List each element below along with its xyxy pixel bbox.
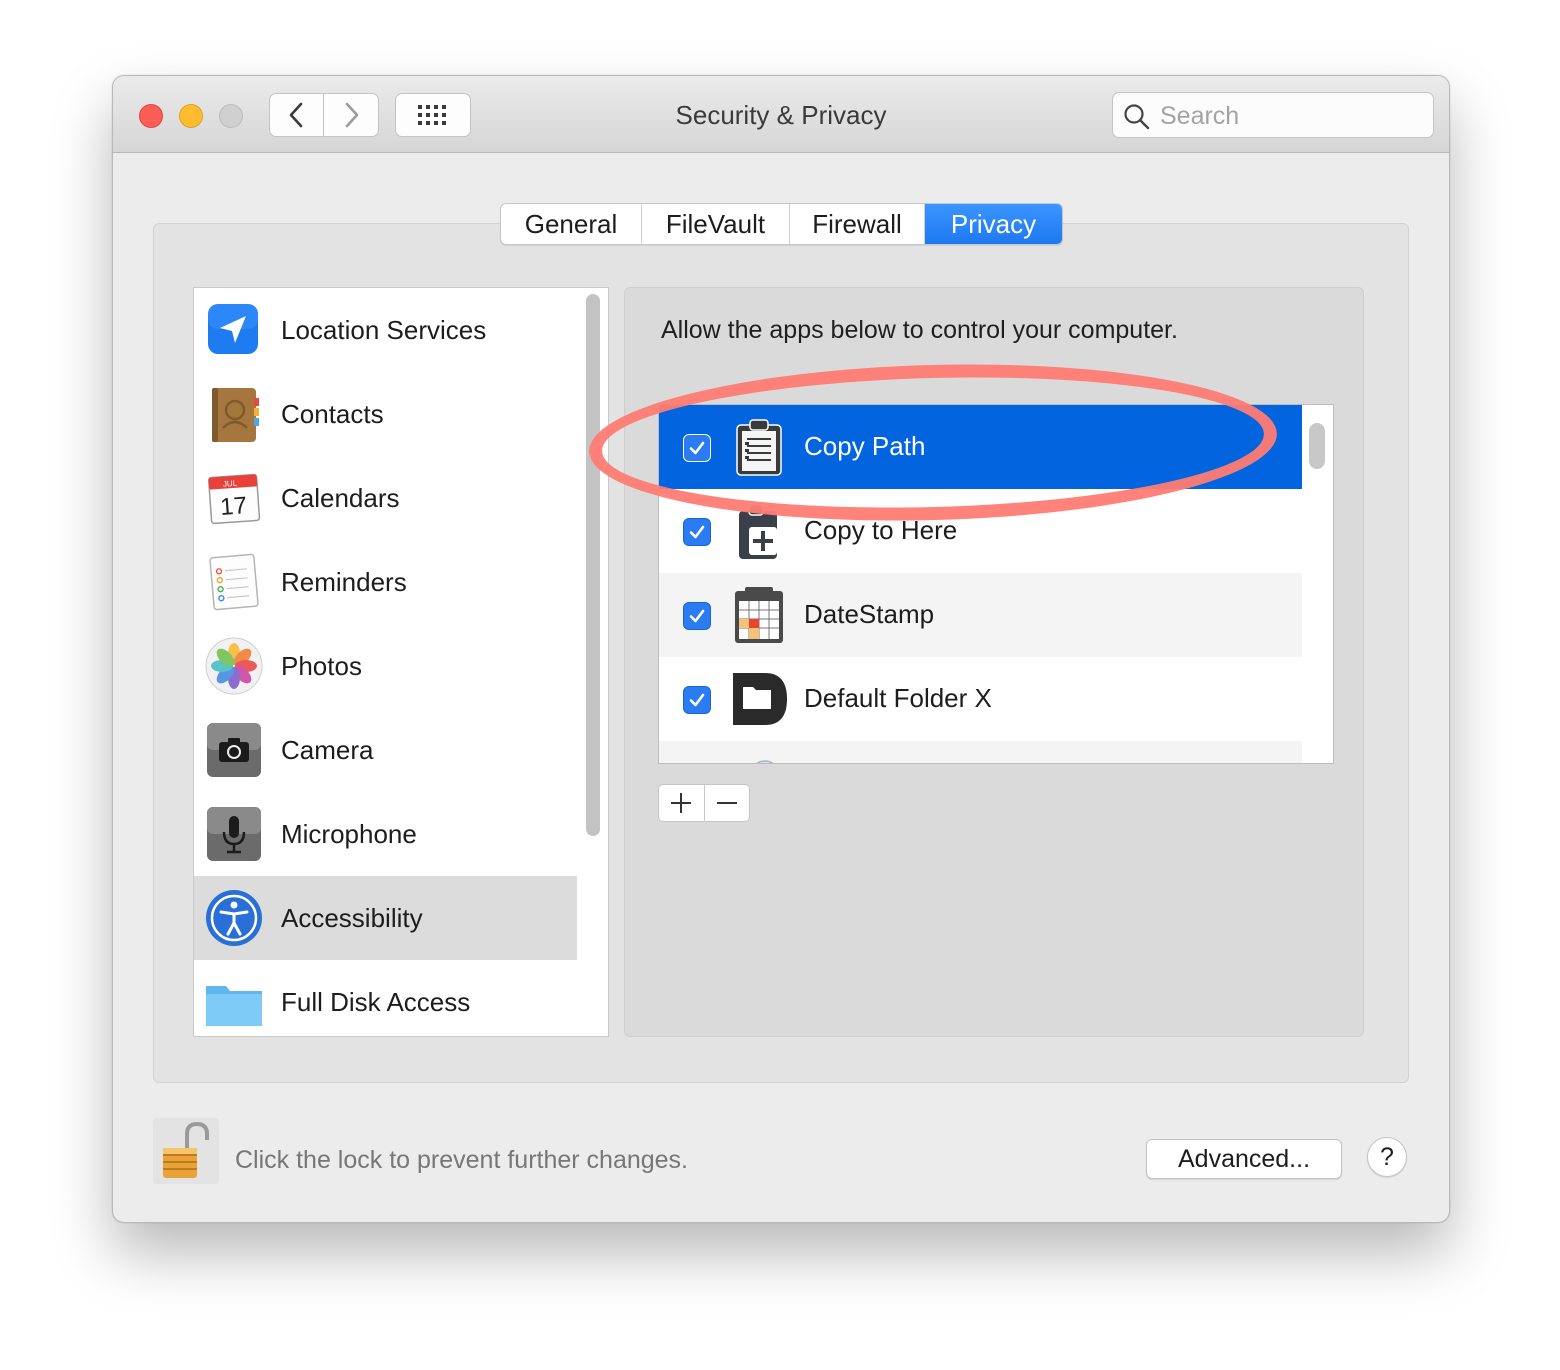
location-arrow-icon bbox=[208, 304, 258, 354]
preferences-window: Security & Privacy General FileVault Fir… bbox=[112, 75, 1450, 1223]
tab-bar: General FileVault Firewall Privacy bbox=[500, 203, 1063, 245]
plus-icon bbox=[671, 793, 692, 813]
sidebar-item-location-services[interactable]: Location Services bbox=[194, 288, 577, 372]
calendar-month-text: JUL bbox=[223, 479, 238, 489]
sidebar-item-label: Calendars bbox=[281, 482, 400, 513]
microphone-icon bbox=[207, 807, 261, 861]
sidebar-item-label: Camera bbox=[281, 734, 374, 765]
search-icon bbox=[1124, 104, 1150, 130]
calendar-day-text: 17 bbox=[219, 492, 248, 521]
app-checkbox[interactable] bbox=[683, 518, 711, 546]
sidebar-item-full-disk-access[interactable]: Full Disk Access bbox=[194, 960, 577, 1036]
app-list-scrollbar[interactable] bbox=[1309, 423, 1325, 469]
remove-app-button[interactable] bbox=[705, 785, 750, 821]
sidebar-scrollbar[interactable] bbox=[586, 294, 600, 836]
sidebar-item-photos[interactable]: Photos bbox=[194, 624, 577, 708]
sidebar-item-label: Accessibility bbox=[281, 902, 423, 933]
app-label: Default Folder X bbox=[804, 683, 992, 713]
title-bar: Security & Privacy bbox=[113, 76, 1449, 153]
help-button[interactable]: ? bbox=[1367, 1137, 1407, 1177]
unlocked-padlock-icon[interactable] bbox=[153, 1118, 219, 1184]
app-row-default-folder-x[interactable]: Default Folder X bbox=[659, 657, 1302, 741]
folder-icon bbox=[206, 986, 262, 1026]
app-icon bbox=[756, 760, 774, 763]
add-app-button[interactable] bbox=[659, 785, 705, 821]
checkmark-icon bbox=[689, 525, 705, 539]
app-checkbox[interactable] bbox=[683, 686, 711, 714]
photos-flower-icon bbox=[205, 637, 263, 695]
sidebar-item-label: Full Disk Access bbox=[281, 986, 471, 1017]
add-remove-control bbox=[658, 784, 750, 822]
sidebar-item-accessibility[interactable]: Accessibility bbox=[194, 876, 577, 960]
sidebar-item-label: Reminders bbox=[281, 566, 407, 597]
dark-folder-icon bbox=[733, 673, 787, 725]
checkmark-icon bbox=[689, 609, 705, 623]
tab-privacy[interactable]: Privacy bbox=[925, 204, 1062, 244]
tab-filevault[interactable]: FileVault bbox=[642, 204, 790, 244]
reminders-list-icon bbox=[209, 553, 259, 611]
sidebar-item-label: Photos bbox=[281, 650, 362, 681]
contacts-book-icon bbox=[212, 388, 259, 442]
app-label: DateStamp bbox=[804, 599, 935, 629]
sidebar-item-camera[interactable]: Camera bbox=[194, 708, 577, 792]
app-row-partial[interactable] bbox=[659, 741, 1302, 763]
allow-description: Allow the apps below to control your com… bbox=[661, 316, 1178, 344]
sidebar-item-label: Location Services bbox=[281, 314, 487, 345]
tab-general[interactable]: General bbox=[501, 204, 642, 244]
app-row-datestamp[interactable]: DateStamp bbox=[659, 573, 1302, 657]
minus-icon bbox=[716, 802, 737, 804]
lock-status-text: Click the lock to prevent further change… bbox=[235, 1146, 689, 1174]
calendar-icon: JUL 17 bbox=[207, 473, 261, 525]
search-field[interactable] bbox=[1112, 92, 1434, 139]
sidebar-item-reminders[interactable]: Reminders bbox=[194, 540, 577, 624]
sidebar-item-contacts[interactable]: Contacts bbox=[194, 372, 577, 456]
accessibility-figure-icon bbox=[206, 890, 262, 946]
advanced-button[interactable]: Advanced... bbox=[1146, 1139, 1342, 1179]
sidebar-item-label: Contacts bbox=[281, 398, 384, 429]
sidebar-item-calendars[interactable]: JUL 17 Calendars bbox=[194, 456, 577, 540]
app-checkbox[interactable] bbox=[683, 602, 711, 630]
privacy-category-list: Location Services Contacts JUL 17 Calend… bbox=[193, 287, 609, 1037]
sidebar-item-microphone[interactable]: Microphone bbox=[194, 792, 577, 876]
sidebar-item-label: Microphone bbox=[281, 818, 417, 849]
calendar-grid-icon bbox=[735, 587, 783, 643]
search-input[interactable] bbox=[1158, 93, 1422, 139]
checkmark-icon bbox=[689, 693, 705, 707]
camera-icon bbox=[207, 723, 261, 777]
tab-firewall[interactable]: Firewall bbox=[790, 204, 925, 244]
